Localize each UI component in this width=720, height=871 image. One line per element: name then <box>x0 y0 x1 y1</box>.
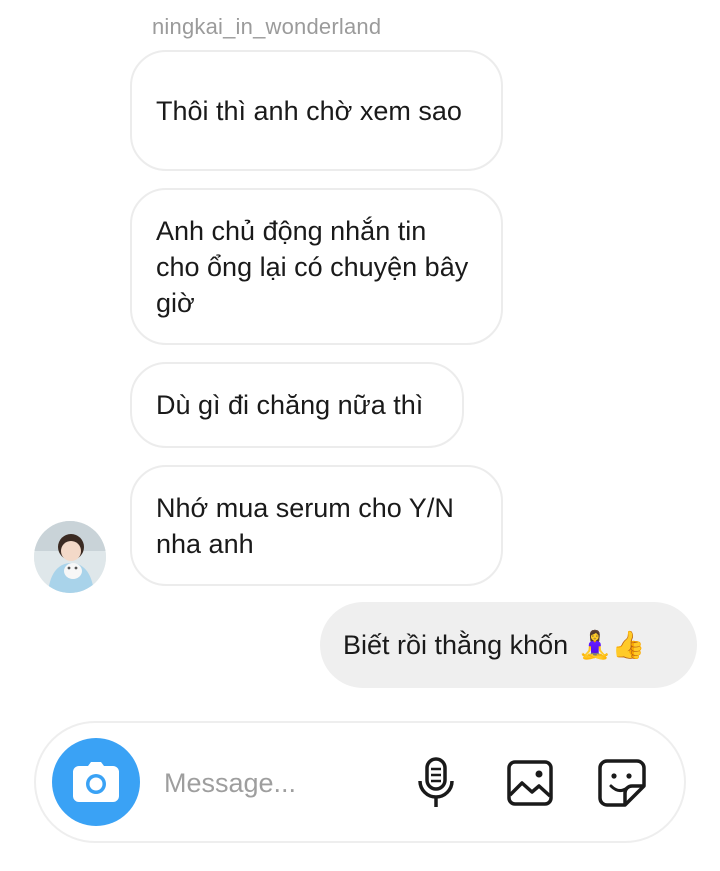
message-text: Nhớ mua serum cho Y/N nha anh <box>156 492 454 559</box>
message-text: Biết rồi thằng khốn <box>343 629 569 660</box>
chat-screen: ningkai_in_wonderland Thôi thì anh chờ x… <box>0 0 720 871</box>
message-text: Anh chủ động nhắn tin cho ổng lại có chu… <box>156 215 469 318</box>
sticker-icon <box>598 759 646 807</box>
message-text: Thôi thì anh chờ xem sao <box>156 95 462 126</box>
microphone-icon <box>418 757 454 807</box>
gallery-icon <box>507 760 553 806</box>
camera-icon <box>73 762 119 802</box>
sender-username: ningkai_in_wonderland <box>152 14 382 39</box>
message-composer <box>34 721 686 843</box>
sticker-button[interactable] <box>594 755 650 811</box>
incoming-message[interactable]: Thôi thì anh chờ xem sao <box>130 50 503 171</box>
sender-avatar[interactable] <box>34 521 106 593</box>
message-text: Dù gì đi chăng nữa thì <box>156 390 424 420</box>
avatar-image <box>34 521 106 593</box>
outgoing-message[interactable]: Biết rồi thằng khốn 🧘‍♀️👍 <box>320 602 697 688</box>
microphone-button[interactable] <box>408 755 464 811</box>
incoming-message[interactable]: Anh chủ động nhắn tin cho ổng lại có chu… <box>130 188 503 345</box>
message-emoji: 🧘‍♀️👍 <box>578 630 646 660</box>
incoming-message[interactable]: Dù gì đi chăng nữa thì <box>130 362 464 448</box>
incoming-message[interactable]: Nhớ mua serum cho Y/N nha anh <box>130 465 503 586</box>
camera-button[interactable] <box>52 738 140 826</box>
gallery-button[interactable] <box>502 755 558 811</box>
message-input[interactable] <box>164 763 394 803</box>
